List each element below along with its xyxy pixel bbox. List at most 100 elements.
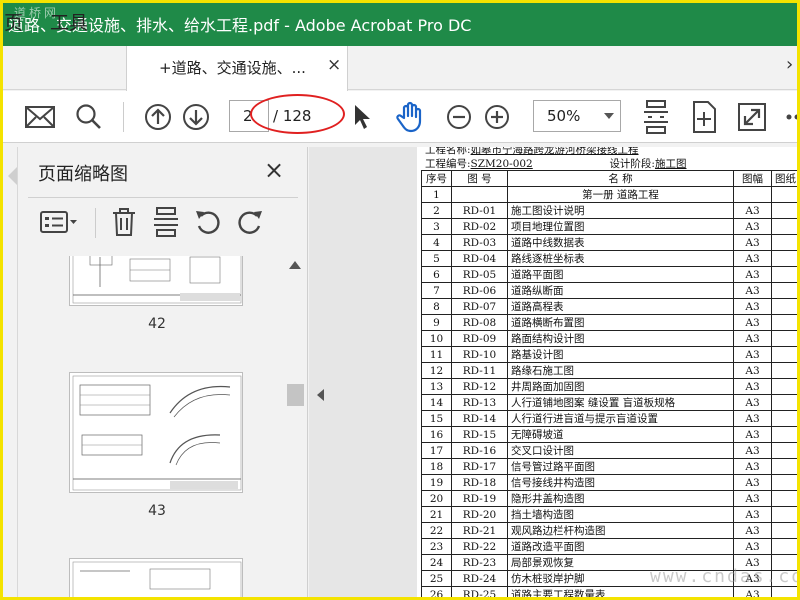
table-row: 17 RD-16 交叉口设计图 A3 bbox=[421, 442, 800, 459]
drawing-code: RD-08 bbox=[451, 314, 508, 331]
drawing-code: RD-23 bbox=[451, 554, 508, 571]
drawing-code: RD-05 bbox=[451, 266, 508, 283]
drawing-name: 信号管过路平面图 bbox=[507, 458, 734, 475]
drawing-code: RD-03 bbox=[451, 234, 508, 251]
sheet-size: A3 bbox=[733, 394, 772, 411]
row-number: 19 bbox=[421, 474, 452, 491]
row-number: 18 bbox=[421, 458, 452, 475]
select-cursor-icon[interactable] bbox=[348, 91, 376, 143]
thumbnail-page-number: 42 bbox=[148, 316, 166, 332]
thumbnail-options-button[interactable] bbox=[40, 204, 78, 240]
close-tab-button[interactable]: × bbox=[327, 55, 341, 75]
sheet-size: A3 bbox=[733, 426, 772, 443]
rotate-cw-icon[interactable] bbox=[235, 204, 265, 240]
row-number: 4 bbox=[421, 234, 452, 251]
sheet-size: A3 bbox=[733, 250, 772, 267]
drawing-name: 道路改造平面图 bbox=[507, 538, 734, 555]
table-row: 13 RD-12 井周路面加固图 A3 bbox=[421, 378, 800, 395]
row-number: 15 bbox=[421, 410, 452, 427]
drawing-name: 隐形井盖构造图 bbox=[507, 490, 734, 507]
zoom-value: 50% bbox=[547, 107, 581, 125]
table-row: 19 RD-18 信号接线井构造图 A3 bbox=[421, 474, 800, 491]
sheet-size: A3 bbox=[733, 474, 772, 491]
drawing-code: RD-06 bbox=[451, 282, 508, 299]
sheet-size: A3 bbox=[733, 538, 772, 555]
drawing-name: 人行道行进盲道与提示盲道设置 bbox=[507, 410, 734, 427]
scrollbar-thumb[interactable] bbox=[287, 384, 304, 406]
drawing-name: 道路高程表 bbox=[507, 298, 734, 315]
zoom-out-icon[interactable] bbox=[444, 91, 474, 143]
column-header: 序号 bbox=[421, 170, 452, 187]
search-icon[interactable] bbox=[72, 91, 106, 143]
row-number: 14 bbox=[421, 394, 452, 411]
chevron-down-icon bbox=[604, 113, 614, 119]
row-number: 26 bbox=[421, 586, 452, 600]
stage-label: 设计阶段: bbox=[609, 158, 655, 170]
left-rail bbox=[0, 147, 18, 600]
menu-tools-tab[interactable]: 工具 bbox=[50, 8, 88, 35]
rotate-view-icon[interactable] bbox=[688, 91, 720, 143]
document-tab[interactable]: +道路、交通设施、... × bbox=[126, 46, 348, 91]
delete-page-icon[interactable] bbox=[111, 204, 137, 240]
panel-title: 页面缩略图 bbox=[38, 164, 128, 185]
more-icon[interactable] bbox=[784, 91, 800, 143]
drawing-name: 路基设计图 bbox=[507, 346, 734, 363]
table-row: 18 RD-17 信号管过路平面图 A3 bbox=[421, 458, 800, 475]
drawing-code: RD-07 bbox=[451, 298, 508, 315]
prev-page-icon[interactable] bbox=[141, 91, 175, 143]
drawing-code: RD-04 bbox=[451, 250, 508, 267]
drawing-name: 道路中线数据表 bbox=[507, 234, 734, 251]
drawing-code: RD-22 bbox=[451, 538, 508, 555]
drawing-code: RD-13 bbox=[451, 394, 508, 411]
row-number: 1 bbox=[421, 186, 452, 203]
insert-page-icon[interactable] bbox=[153, 204, 179, 240]
panel-divider bbox=[28, 197, 298, 198]
sheet-size: A3 bbox=[733, 410, 772, 427]
column-header: 名 称 bbox=[507, 170, 734, 187]
row-number: 25 bbox=[421, 570, 452, 587]
thumbnail-scrollbar[interactable] bbox=[286, 256, 304, 600]
sheet-size: A3 bbox=[733, 330, 772, 347]
row-number: 3 bbox=[421, 218, 452, 235]
row-number: 13 bbox=[421, 378, 452, 395]
fit-page-icon[interactable] bbox=[640, 91, 672, 143]
zoom-in-icon[interactable] bbox=[482, 91, 512, 143]
thumbnail-page-43[interactable] bbox=[69, 372, 243, 493]
table-row: 3 RD-02 项目地理位置图 A3 bbox=[421, 218, 800, 235]
scroll-up-icon[interactable] bbox=[289, 261, 301, 269]
next-page-icon[interactable] bbox=[179, 91, 213, 143]
thumbnail-page-42[interactable] bbox=[69, 256, 243, 306]
zoom-select[interactable]: 50% bbox=[533, 100, 621, 132]
chevron-right-icon[interactable]: › bbox=[786, 54, 793, 75]
table-row: 4 RD-03 道路中线数据表 A3 bbox=[421, 234, 800, 251]
drawing-code: RD-20 bbox=[451, 506, 508, 523]
hand-tool-icon[interactable] bbox=[393, 91, 429, 143]
fullscreen-icon[interactable] bbox=[736, 91, 768, 143]
thumbnail-page-number: 43 bbox=[148, 503, 166, 519]
document-view[interactable]: 工程名称:如皋市宁海路跨龙游河桥梁接线工程 工程编号:SZM20-002 设计阶… bbox=[331, 147, 800, 600]
sheet-size: A3 bbox=[733, 346, 772, 363]
thumbnail-page-44[interactable] bbox=[69, 558, 243, 600]
row-number: 16 bbox=[421, 426, 452, 443]
red-annotation-ellipse bbox=[250, 94, 345, 134]
collapse-panel-handle[interactable] bbox=[309, 147, 331, 600]
drawing-name: 交叉口设计图 bbox=[507, 442, 734, 459]
row-number: 9 bbox=[421, 314, 452, 331]
drawing-code: RD-10 bbox=[451, 346, 508, 363]
row-number: 8 bbox=[421, 298, 452, 315]
table-row: 14 RD-13 人行道铺地图案 缝设置 盲道板规格 A3 bbox=[421, 394, 800, 411]
rotate-ccw-icon[interactable] bbox=[193, 204, 223, 240]
drawing-code: RD-17 bbox=[451, 458, 508, 475]
table-row: 20 RD-19 隐形井盖构造图 A3 bbox=[421, 490, 800, 507]
drawing-code: RD-15 bbox=[451, 426, 508, 443]
drawing-code: RD-01 bbox=[451, 202, 508, 219]
drawing-name: 信号接线井构造图 bbox=[507, 474, 734, 491]
drawing-code: RD-19 bbox=[451, 490, 508, 507]
menu-home-tab[interactable]: 页 bbox=[4, 8, 23, 35]
toolbar-divider bbox=[123, 102, 124, 132]
column-header: 图纸 bbox=[771, 170, 800, 187]
drawing-code: RD-02 bbox=[451, 218, 508, 235]
row-number: 7 bbox=[421, 282, 452, 299]
close-panel-button[interactable]: × bbox=[264, 156, 284, 184]
mail-icon[interactable] bbox=[22, 91, 58, 143]
